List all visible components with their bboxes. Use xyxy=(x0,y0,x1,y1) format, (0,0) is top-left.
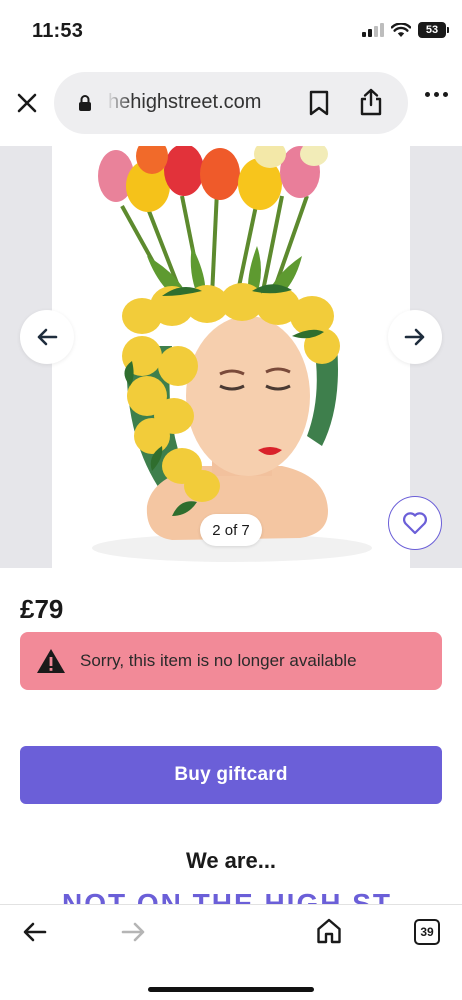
browser-toolbar: 39 xyxy=(0,904,462,1000)
arrow-left-icon xyxy=(37,328,58,346)
close-icon xyxy=(17,93,37,113)
bookmark-icon[interactable] xyxy=(308,90,330,116)
wifi-icon xyxy=(391,22,411,37)
site-logo-text: NOT ON THE HIGH ST xyxy=(62,888,392,904)
product-gallery[interactable]: 2 of 7 xyxy=(0,146,462,568)
battery-icon: 53 xyxy=(418,22,449,38)
more-icon[interactable] xyxy=(425,92,448,97)
next-image-button[interactable] xyxy=(388,310,442,364)
forward-icon[interactable] xyxy=(120,921,146,943)
browser-address-row: hehighstreet.com xyxy=(0,70,462,136)
url-text: hehighstreet.com xyxy=(108,91,262,113)
product-image[interactable] xyxy=(52,146,410,568)
home-icon[interactable] xyxy=(316,917,342,945)
we-are-heading: We are... xyxy=(185,848,277,873)
favorite-button[interactable] xyxy=(388,496,442,550)
address-bar[interactable]: hehighstreet.com xyxy=(54,72,408,134)
status-bar: 11:53 53 xyxy=(0,0,462,66)
status-time: 11:53 xyxy=(32,20,84,42)
share-icon[interactable] xyxy=(359,88,383,116)
previous-image-button[interactable] xyxy=(20,310,74,364)
url-fade xyxy=(106,86,132,120)
status-icons: 53 xyxy=(362,22,449,38)
product-price: £79 xyxy=(20,594,64,624)
back-icon[interactable] xyxy=(22,921,48,943)
site-logo: NOT ON THE HIGH ST xyxy=(0,884,462,904)
lock-icon xyxy=(79,95,91,111)
product-photo-vase xyxy=(92,146,372,562)
home-indicator xyxy=(148,987,314,992)
arrow-right-icon xyxy=(404,328,425,346)
tabs-icon[interactable]: 39 xyxy=(414,919,440,945)
heart-icon xyxy=(402,512,428,535)
unavailable-alert: Sorry, this item is no longer available xyxy=(20,632,442,690)
warning-icon xyxy=(37,649,65,673)
close-button[interactable] xyxy=(14,90,40,116)
buy-giftcard-button[interactable]: Buy giftcard xyxy=(20,746,442,804)
cellular-signal-icon xyxy=(362,23,384,37)
alert-message: Sorry, this item is no longer available xyxy=(80,651,357,670)
image-counter: 2 of 7 xyxy=(200,514,262,546)
